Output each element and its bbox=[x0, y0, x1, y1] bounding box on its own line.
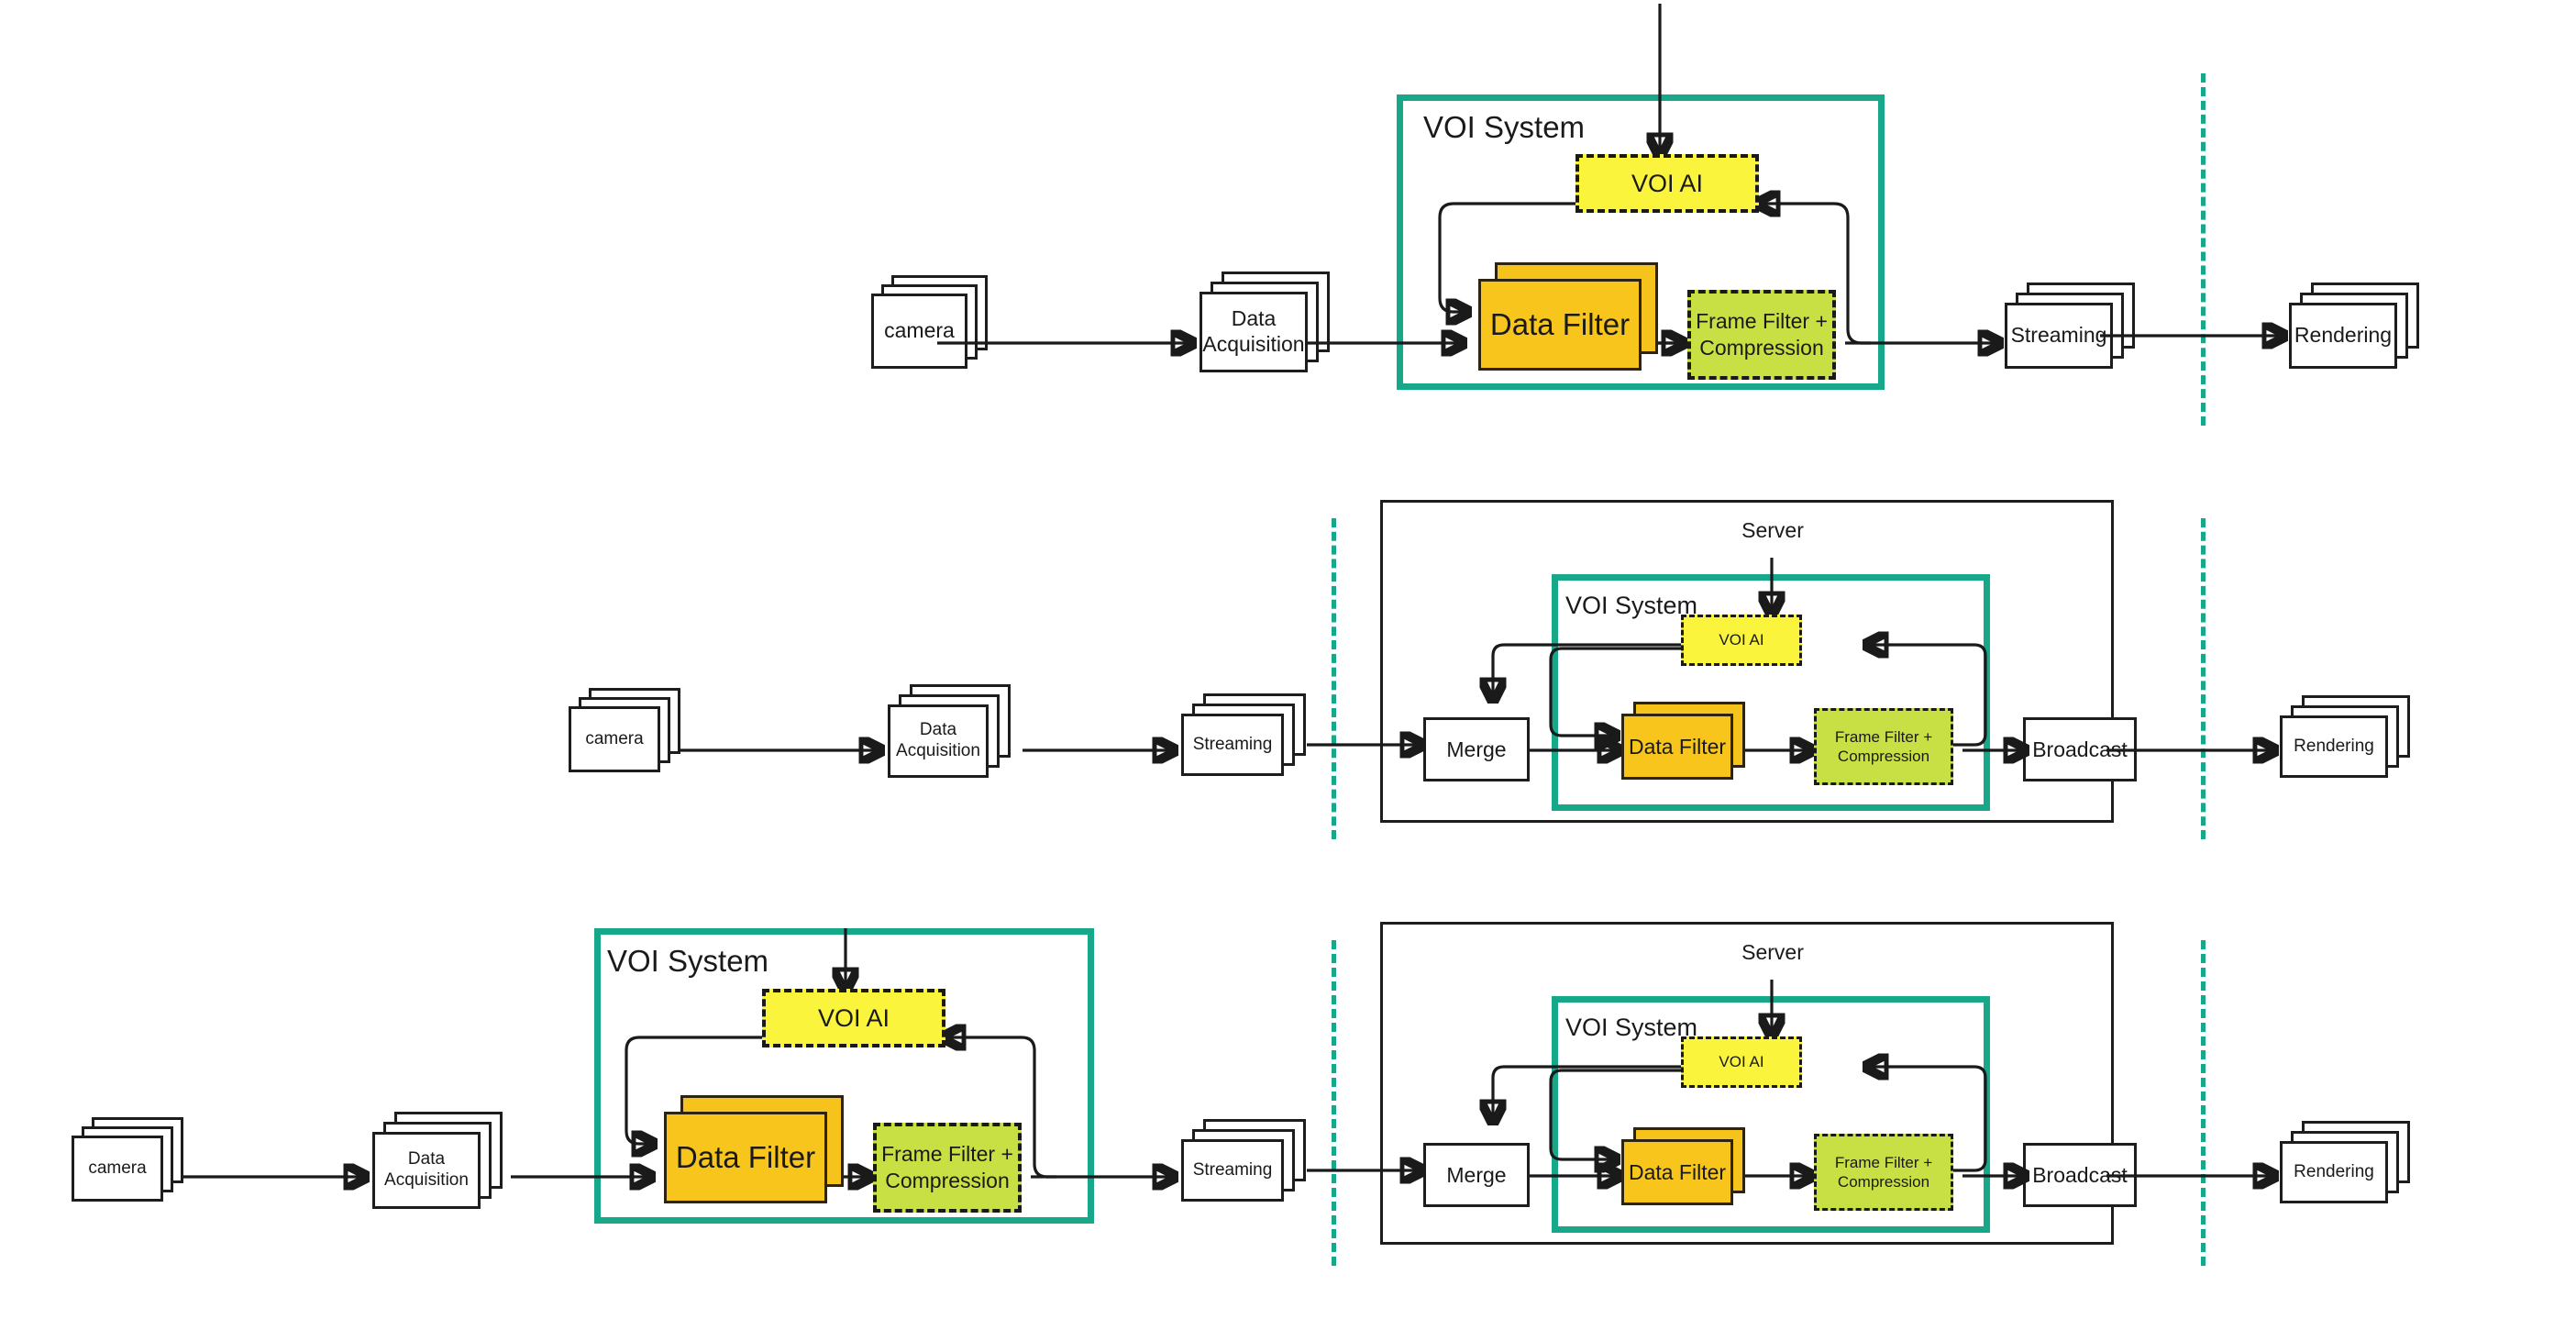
data-acquisition-box-r3[interactable]: Data Acquisition bbox=[372, 1132, 481, 1209]
data-acquisition-box-r1[interactable]: Data Acquisition bbox=[1200, 292, 1308, 372]
data-acquisition-box-r2[interactable]: Data Acquisition bbox=[888, 704, 989, 778]
voi-system-label-r2: VOI System bbox=[1565, 592, 1698, 619]
framefilter-label-line2-r1: Compression bbox=[1699, 336, 1824, 360]
data-filter-box-edge-r3[interactable]: Data Filter bbox=[664, 1112, 827, 1203]
network-divider-right-r3 bbox=[2201, 940, 2206, 1266]
voi-ai-box-r2[interactable]: VOI AI bbox=[1681, 615, 1802, 666]
rendering-stack-r1[interactable]: Rendering bbox=[2289, 283, 2436, 380]
streaming-box-r1[interactable]: Streaming bbox=[2005, 303, 2113, 369]
framefilter-label-line2-server-r3: Compression bbox=[1837, 1173, 1930, 1191]
data-acquisition-stack-r3[interactable]: Data Acquisition bbox=[372, 1112, 519, 1224]
merge-box-r2[interactable]: Merge bbox=[1423, 717, 1530, 781]
rendering-stack-r2[interactable]: Rendering bbox=[2280, 695, 2427, 792]
framefilter-label-line1-r1: Frame Filter + bbox=[1696, 309, 1828, 334]
streaming-stack-r2[interactable]: Streaming bbox=[1181, 693, 1319, 794]
broadcast-box-r2[interactable]: Broadcast bbox=[2023, 717, 2137, 781]
voi-ai-box-r1[interactable]: VOI AI bbox=[1575, 154, 1759, 213]
rendering-box-r1[interactable]: Rendering bbox=[2289, 303, 2397, 369]
data-filter-box-server-r3[interactable]: Data Filter bbox=[1621, 1139, 1733, 1205]
data-filter-box-r2[interactable]: Data Filter bbox=[1621, 714, 1733, 780]
rendering-box-r2[interactable]: Rendering bbox=[2280, 715, 2388, 778]
broadcast-box-r3[interactable]: Broadcast bbox=[2023, 1143, 2137, 1207]
camera-box-r1[interactable]: camera bbox=[871, 294, 967, 369]
network-divider-left-r3 bbox=[1332, 940, 1336, 1266]
dataacq-label-line1-r2: Data bbox=[919, 720, 957, 740]
frame-filter-box-server-r3[interactable]: Frame Filter + Compression bbox=[1814, 1134, 1953, 1211]
streaming-stack-r3[interactable]: Streaming bbox=[1181, 1119, 1319, 1220]
framefilter-label-line2-edge-r3: Compression bbox=[885, 1169, 1010, 1192]
camera-stack-r2[interactable]: camera bbox=[569, 688, 697, 791]
streaming-stack-r1[interactable]: Streaming bbox=[2005, 283, 2151, 380]
camera-stack-r3[interactable]: camera bbox=[72, 1117, 200, 1220]
dataacq-label-line1-r1: Data bbox=[1231, 306, 1277, 331]
diagram-canvas: camera Data Acquisition VOI System VOI A… bbox=[0, 0, 2576, 1341]
dataacq-label-line2-r1: Acquisition bbox=[1202, 332, 1305, 356]
dataacq-label-line1-r3: Data bbox=[407, 1149, 446, 1169]
camera-box-r2[interactable]: camera bbox=[569, 706, 660, 772]
data-acquisition-stack-r2[interactable]: Data Acquisition bbox=[888, 684, 1025, 792]
server-label-r3: Server bbox=[1741, 940, 1804, 964]
network-divider-r1 bbox=[2201, 73, 2206, 426]
framefilter-label-line1-server-r3: Frame Filter + bbox=[1834, 1153, 1933, 1171]
network-divider-left-r2 bbox=[1332, 518, 1336, 839]
framefilter-label-line1-edge-r3: Frame Filter + bbox=[881, 1142, 1013, 1167]
merge-box-r3[interactable]: Merge bbox=[1423, 1143, 1530, 1207]
camera-stack-r1[interactable]: camera bbox=[871, 275, 990, 376]
dataacq-label-line2-r3: Acquisition bbox=[384, 1170, 469, 1190]
streaming-box-r2[interactable]: Streaming bbox=[1181, 714, 1284, 776]
framefilter-label-line2-r2: Compression bbox=[1837, 748, 1930, 765]
data-acquisition-stack-r1[interactable]: Data Acquisition bbox=[1200, 272, 1337, 380]
dataacq-label-line2-r2: Acquisition bbox=[896, 741, 980, 760]
voi-system-label-r1: VOI System bbox=[1423, 110, 1586, 144]
server-label-r2: Server bbox=[1741, 518, 1804, 542]
data-filter-stack-r2[interactable]: Data Filter bbox=[1621, 702, 1750, 792]
data-filter-box-r1[interactable]: Data Filter bbox=[1478, 279, 1642, 371]
rendering-box-r3[interactable]: Rendering bbox=[2280, 1141, 2388, 1203]
voi-system-label-server-r3: VOI System bbox=[1565, 1014, 1698, 1041]
data-filter-stack-r1[interactable]: Data Filter bbox=[1478, 262, 1658, 382]
data-filter-stack-server-r3[interactable]: Data Filter bbox=[1621, 1127, 1750, 1218]
frame-filter-box-r2[interactable]: Frame Filter + Compression bbox=[1814, 708, 1953, 785]
data-filter-stack-edge-r3[interactable]: Data Filter bbox=[664, 1095, 844, 1214]
streaming-box-r3[interactable]: Streaming bbox=[1181, 1139, 1284, 1202]
frame-filter-box-edge-r3[interactable]: Frame Filter + Compression bbox=[873, 1123, 1022, 1213]
network-divider-right-r2 bbox=[2201, 518, 2206, 839]
frame-filter-box-r1[interactable]: Frame Filter + Compression bbox=[1687, 290, 1836, 380]
rendering-stack-r3[interactable]: Rendering bbox=[2280, 1121, 2427, 1218]
camera-box-r3[interactable]: camera bbox=[72, 1136, 163, 1202]
framefilter-label-line1-r2: Frame Filter + bbox=[1834, 727, 1933, 746]
voi-system-label-edge-r3: VOI System bbox=[607, 944, 769, 978]
voi-ai-box-server-r3[interactable]: VOI AI bbox=[1681, 1036, 1802, 1088]
voi-ai-box-edge-r3[interactable]: VOI AI bbox=[762, 989, 945, 1047]
